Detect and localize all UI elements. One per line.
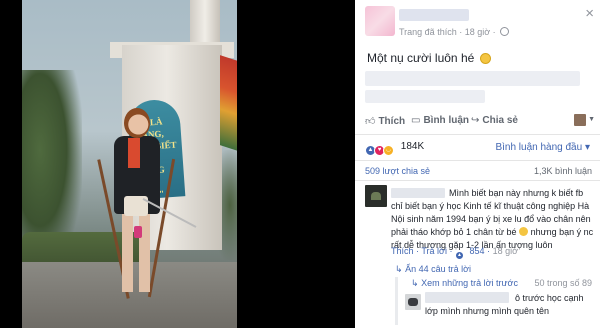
close-icon[interactable]: × xyxy=(585,6,594,21)
smile-emoji-icon xyxy=(519,227,529,236)
reactions-summary[interactable]: ▲ ♥ ◡ 184K xyxy=(365,141,425,156)
reply-thread-line xyxy=(395,277,398,325)
comment-like-button[interactable]: Thích xyxy=(391,246,414,256)
post-panel: × Trang đã thích · 18 giờ · Một nụ cười … xyxy=(355,0,600,328)
reply-arrow-icon: ↳ xyxy=(395,264,403,274)
separator-dot: · xyxy=(449,246,453,256)
like-reaction-icon: ▲ xyxy=(454,251,464,260)
comment-count: 1,3K bình luận xyxy=(533,166,592,176)
caption-text: Một nụ cười luôn hé xyxy=(367,51,475,65)
page-avatar-redacted[interactable] xyxy=(365,6,395,36)
comment-time[interactable]: 18 giờ xyxy=(493,246,518,256)
photo-scarf xyxy=(128,138,140,168)
comment-reply-button[interactable]: Trả lời xyxy=(421,246,447,256)
share-button[interactable]: ↪ Chia sẻ xyxy=(471,115,518,126)
thumbs-up-icon: 👍︎ xyxy=(365,116,376,127)
speech-bubble-icon: ▭ xyxy=(411,115,421,126)
share-count-link[interactable]: 509 lượt chia sẻ xyxy=(365,166,430,176)
globe-icon xyxy=(500,27,510,36)
photo-head xyxy=(124,108,150,138)
photo-phone xyxy=(134,226,142,238)
like-label: Thích xyxy=(378,116,406,127)
comment-button[interactable]: ▭ Bình luận xyxy=(411,115,469,126)
reaction-count: 184K xyxy=(400,141,425,152)
separator-dot: · xyxy=(487,246,491,256)
haha-reaction-icon: ◡ xyxy=(383,145,394,156)
sort-label: Bình luận hàng đầu xyxy=(495,142,583,153)
viewer-avatar[interactable] xyxy=(574,114,586,126)
caption-redacted xyxy=(365,71,580,86)
post-photo[interactable]: NG LÀ VÀNG, INH BIẾT XÂY DỰNG RẤT QUÝ" xyxy=(22,0,237,328)
divider xyxy=(355,180,600,181)
post-time[interactable]: 18 giờ xyxy=(465,27,490,37)
page-name-redacted[interactable] xyxy=(399,9,469,21)
hide-replies-label: Ẩn 44 câu trả lời xyxy=(405,264,471,274)
comment-sort-dropdown[interactable]: Bình luận hàng đầu ▾ xyxy=(495,142,590,153)
chevron-down-icon: ▾ xyxy=(584,142,590,153)
caption-redacted xyxy=(365,90,485,103)
comment-actions: Thích · Trả lời · ▲ 854 · 18 giờ xyxy=(391,246,518,260)
photo-flag xyxy=(220,55,237,151)
photo-viewer: NG LÀ VÀNG, INH BIẾT XÂY DỰNG RẤT QUÝ" xyxy=(0,0,355,328)
previous-replies-link[interactable]: ↳ Xem những trả lời trước xyxy=(411,278,518,289)
photo-person xyxy=(97,108,197,308)
replier-name-redacted[interactable] xyxy=(425,292,509,303)
comment-reaction-count[interactable]: 854 xyxy=(470,246,485,256)
share-label: Chia sẻ xyxy=(482,115,518,126)
divider xyxy=(355,160,600,161)
post-meta: Trang đã thích · 18 giờ · xyxy=(399,27,510,37)
hide-replies-link[interactable]: ↳ Ẩn 44 câu trả lời xyxy=(395,264,471,275)
smile-emoji-icon xyxy=(479,53,491,64)
previous-replies-label: Xem những trả lời trước xyxy=(421,278,518,288)
divider xyxy=(355,134,600,135)
liked-page-label: Trang đã thích xyxy=(399,27,457,37)
commenter-avatar[interactable] xyxy=(365,185,387,207)
reply-arrow-icon: ↳ xyxy=(411,278,419,288)
meta-separator: · xyxy=(492,27,496,37)
replier-avatar[interactable] xyxy=(405,294,421,310)
comment-label: Bình luận xyxy=(423,115,470,126)
reply-count: 50 trong số 89 xyxy=(534,278,592,288)
commenter-name-redacted[interactable] xyxy=(391,188,445,198)
like-button[interactable]: 👍︎ Thích xyxy=(365,115,405,127)
share-arrow-icon: ↪ xyxy=(471,115,480,126)
separator-dot: · xyxy=(416,246,420,256)
meta-separator: · xyxy=(459,27,463,37)
post-actions: 👍︎ Thích ▭ Bình luận ↪ Chia sẻ ▼ xyxy=(355,112,600,132)
chevron-down-icon[interactable]: ▼ xyxy=(588,116,595,123)
post-caption: Một nụ cười luôn hé xyxy=(367,51,491,65)
